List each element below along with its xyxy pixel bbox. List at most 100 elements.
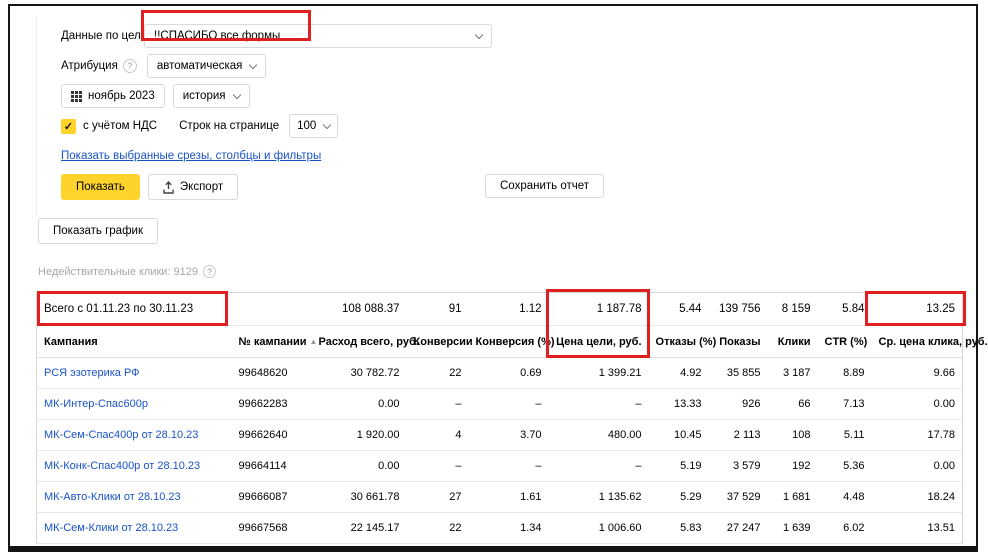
column-header[interactable]: Расход всего, руб. [312, 326, 407, 358]
table-cell: 5.11 [818, 420, 872, 451]
table-cell: 1 135.62 [549, 482, 649, 513]
table-cell: 5.36 [818, 451, 872, 482]
column-header[interactable]: Клики [768, 326, 818, 358]
table-cell: – [549, 389, 649, 420]
table-cell: 4 [407, 420, 469, 451]
total-value-cell: 1.12 [469, 293, 549, 326]
invalid-clicks-text: Недействительные клики: 9129 [38, 266, 198, 278]
table-header-row: Кампания№ кампании▲Расход всего, руб.Кон… [37, 326, 963, 358]
column-header-label: Кампания [44, 336, 98, 348]
total-value-cell: 108 088.37 [312, 293, 407, 326]
column-header-label: № кампании [239, 336, 307, 348]
goal-filter-row: Данные по целям ? !!СПАСИБО все формы [61, 24, 617, 48]
period-filter-row: ноябрь 2023 история [61, 84, 617, 108]
vat-checkbox[interactable]: ✓ [61, 119, 76, 134]
column-header[interactable]: CTR (%) [818, 326, 872, 358]
column-header[interactable]: Цена цели, руб. [549, 326, 649, 358]
table-cell: 30 661.78 [312, 482, 407, 513]
table-cell: 3 187 [768, 358, 818, 389]
table-cell: 9.66 [872, 358, 963, 389]
campaign-link[interactable]: МК-Интер-Спас600р [44, 398, 148, 410]
column-header-label: Показы [719, 336, 760, 348]
table-cell: 27 247 [709, 513, 768, 544]
table-cell: 99648620 [232, 358, 312, 389]
table-row: МК-Интер-Спас600р996622830.00–––13.33926… [37, 389, 963, 420]
column-header[interactable]: Отказы (%) [649, 326, 709, 358]
table-cell: 99666087 [232, 482, 312, 513]
column-header[interactable]: Ср. цена клика, руб. [872, 326, 963, 358]
table-cell: 37 529 [709, 482, 768, 513]
total-value-cell: 13.25 [872, 293, 963, 326]
show-button[interactable]: Показать [61, 174, 140, 200]
column-header-label: Ср. цена клика, руб. [879, 336, 988, 348]
column-header-label: Конверсия (%) [476, 336, 555, 348]
table-cell: 0.00 [872, 451, 963, 482]
show-slices-link[interactable]: Показать выбранные срезы, столбцы и филь… [61, 150, 321, 162]
table-cell: 2 113 [709, 420, 768, 451]
column-header-label: CTR (%) [825, 336, 868, 348]
table-cell: 1 399.21 [549, 358, 649, 389]
table-cell: 99664114 [232, 451, 312, 482]
campaign-cell: МК-Сем-Клики от 28.10.23 [37, 513, 232, 544]
table-cell: 108 [768, 420, 818, 451]
goal-label: Данные по целям [61, 30, 155, 42]
table-cell: 926 [709, 389, 768, 420]
invalid-clicks-note: Недействительные клики: 9129 ? [38, 265, 216, 278]
column-header-label: Клики [778, 336, 811, 348]
table-cell: 22 [407, 358, 469, 389]
attribution-select[interactable]: автоматическая [147, 54, 267, 78]
show-chart-button[interactable]: Показать график [38, 218, 158, 244]
table-cell: 99667568 [232, 513, 312, 544]
period-button[interactable]: ноябрь 2023 [61, 84, 165, 108]
attribution-info-icon[interactable]: ? [123, 59, 137, 73]
table-cell: 18.24 [872, 482, 963, 513]
table-cell: 17.78 [872, 420, 963, 451]
table-cell: 0.00 [312, 389, 407, 420]
table-cell: 13.51 [872, 513, 963, 544]
column-header[interactable]: № кампании▲ [232, 326, 312, 358]
rows-per-page-value: 100 [297, 120, 316, 132]
column-header[interactable]: Конверсии [407, 326, 469, 358]
goal-select[interactable]: !!СПАСИБО все формы [144, 24, 492, 48]
table-cell: 66 [768, 389, 818, 420]
table-cell: 1 639 [768, 513, 818, 544]
campaign-link[interactable]: МК-Сем-Клики от 28.10.23 [44, 522, 178, 534]
total-value-cell: 5.44 [649, 293, 709, 326]
column-header[interactable]: Показы [709, 326, 768, 358]
campaign-link[interactable]: РСЯ эзотерика РФ [44, 367, 140, 379]
chevron-down-icon [249, 60, 257, 68]
table-cell: 480.00 [549, 420, 649, 451]
history-value: история [183, 90, 226, 102]
invalid-clicks-info-icon[interactable]: ? [203, 265, 216, 278]
campaign-link[interactable]: МК-Авто-Клики от 28.10.23 [44, 491, 181, 503]
column-header[interactable]: Кампания [37, 326, 232, 358]
table-cell: 1 006.60 [549, 513, 649, 544]
export-button[interactable]: Экспорт [148, 174, 238, 200]
table-cell: 8.89 [818, 358, 872, 389]
column-header[interactable]: Конверсия (%) [469, 326, 549, 358]
chevron-down-icon [232, 90, 240, 98]
total-value-cell: 139 756 [709, 293, 768, 326]
table-cell: 5.29 [649, 482, 709, 513]
column-header-label: Цена цели, руб. [556, 336, 641, 348]
campaign-cell: МК-Конк-Спас400р от 28.10.23 [37, 451, 232, 482]
table-cell: 4.92 [649, 358, 709, 389]
campaign-cell: МК-Сем-Спас400р от 28.10.23 [37, 420, 232, 451]
campaign-link[interactable]: МК-Конк-Спас400р от 28.10.23 [44, 460, 200, 472]
table-cell: 27 [407, 482, 469, 513]
table-cell: 1 920.00 [312, 420, 407, 451]
campaign-link[interactable]: МК-Сем-Спас400р от 28.10.23 [44, 429, 198, 441]
table-cell: 99662640 [232, 420, 312, 451]
table-cell: 192 [768, 451, 818, 482]
save-report-button[interactable]: Сохранить отчет [485, 174, 604, 198]
table-cell: 3.70 [469, 420, 549, 451]
table-cell: 13.33 [649, 389, 709, 420]
column-header-label: Отказы (%) [656, 336, 717, 348]
total-value-cell: 1 187.78 [549, 293, 649, 326]
history-button[interactable]: история [173, 84, 250, 108]
table-cell: 1.34 [469, 513, 549, 544]
table-cell: – [549, 451, 649, 482]
table-row: РСЯ эзотерика РФ9964862030 782.72220.691… [37, 358, 963, 389]
rows-per-page-select[interactable]: 100 [289, 114, 338, 138]
export-button-label: Экспорт [180, 181, 223, 193]
